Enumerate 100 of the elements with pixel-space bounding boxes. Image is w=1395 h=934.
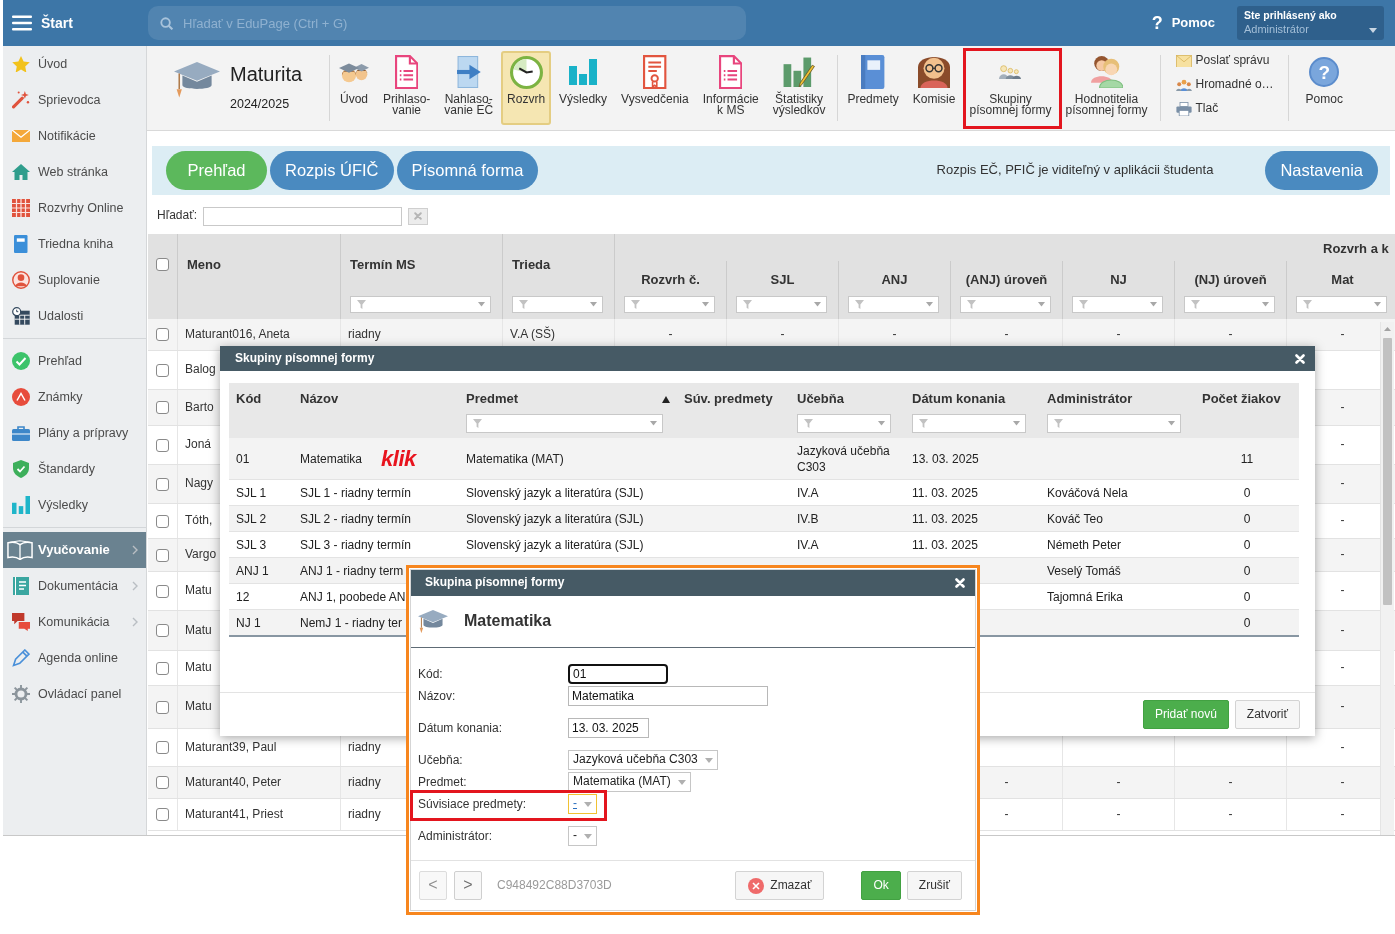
toolbar-button[interactable]: Nahlaso- vanie EČ [438,51,500,125]
column-header[interactable]: Názov [300,390,339,408]
row-checkbox[interactable] [156,700,169,714]
sidebar-item[interactable]: Notifikácie [3,118,146,154]
scrollbar-thumb[interactable] [1383,338,1392,605]
sort-ascending-icon[interactable] [662,395,670,403]
column-header[interactable]: Rozvrh č. [641,272,700,289]
row-checkbox[interactable] [156,363,169,377]
select-all-checkbox[interactable] [156,258,169,271]
row-checkbox[interactable] [156,776,169,789]
row-checkbox[interactable] [156,438,169,452]
user-menu[interactable]: Ste prihlásený ako Administrátor [1237,6,1384,40]
settings-button[interactable]: Nastavenia [1265,151,1378,190]
dropdown-field[interactable]: - [568,794,597,814]
input-field[interactable]: 13. 03. 2025 [568,718,649,738]
row-checkbox[interactable] [156,741,169,754]
sidebar-item[interactable]: Web stránka [3,154,146,190]
filter-field[interactable] [466,414,663,433]
filter-field[interactable] [1047,414,1181,433]
sidebar-item[interactable]: Vyučovanie [3,532,146,568]
tab[interactable]: Rozpis ÚFIČ [270,151,394,190]
row-checkbox[interactable] [156,624,169,637]
column-header[interactable]: Administrátor [1047,390,1133,408]
clear-button[interactable] [408,207,429,225]
sidebar-item[interactable]: Komunikácia [3,604,146,640]
sidebar-item[interactable]: Ovládací panel [3,676,146,712]
sidebar-item[interactable]: Udalosti [3,298,146,334]
column-header[interactable]: Trieda [512,257,551,274]
pager-button[interactable]: > [454,871,482,900]
toolbar-button[interactable]: Výsledky [553,51,614,125]
toolbar-button[interactable]: Informácie k MS [696,51,765,125]
search-field[interactable] [203,206,403,226]
tab[interactable]: Písomná forma [396,151,539,190]
sidebar-item[interactable]: Úvod [3,46,146,82]
toolbar-button[interactable]: Rozvrh [501,51,552,125]
sidebar-item[interactable]: Štandardy [3,451,146,487]
filter-field[interactable] [1184,296,1275,313]
close-button[interactable]: Zatvoriť [1234,700,1300,729]
row-checkbox[interactable] [156,401,169,414]
toolbar-button[interactable]: ? Pomoc [1299,51,1349,125]
filter-field[interactable] [512,296,603,313]
cancel-button[interactable]: Zrušiť [906,871,962,900]
sidebar-item[interactable]: Výsledky [3,487,146,523]
filter-field[interactable] [1072,296,1163,313]
column-header[interactable]: Kód [236,390,262,408]
sidebar-item[interactable]: Rozvrhy Online [3,190,146,226]
sidebar-item[interactable]: Suplovanie [3,262,146,298]
sidebar-item[interactable]: Sprievodca [3,82,146,118]
filter-field[interactable] [797,414,891,433]
toolbar-button[interactable]: Komisie [906,51,962,125]
column-header[interactable]: ANJ [881,272,908,289]
sidebar-item[interactable]: Plány a prípravy [3,415,146,451]
row-checkbox[interactable] [156,584,169,598]
filter-field[interactable] [848,296,939,313]
toolbar-button[interactable]: Hodnotitelia písomnej formy [1059,51,1154,125]
toolbar-button[interactable]: Prihlaso- vanie [377,51,437,125]
toolbar-button[interactable]: Štatistiky výsledkov [766,51,832,125]
sidebar-item[interactable]: Agenda online [3,640,146,676]
filter-field[interactable] [350,296,491,313]
input-field[interactable]: 01 [568,664,668,684]
filter-field[interactable] [960,296,1051,313]
column-header[interactable]: Mat [1331,272,1354,289]
column-header[interactable]: (ANJ) úroveň [965,272,1048,289]
filter-field[interactable] [1296,296,1387,313]
search-field[interactable]: Hľadať v EduPage (Ctrl + G) [148,6,746,40]
column-header[interactable]: (NJ) úroveň [1194,272,1267,289]
column-header[interactable]: Dátum konania [912,390,1006,408]
row-checkbox[interactable] [156,548,169,562]
column-header[interactable]: Meno [187,257,221,274]
scrollbar[interactable] [1380,322,1394,835]
dropdown-field[interactable]: Jazyková učebňa C303 [568,750,718,770]
delete-button[interactable]: Zmazať [735,871,825,900]
sidebar-item[interactable]: Dokumentácia [3,568,146,604]
toolbar-button[interactable]: Úvod [333,51,375,125]
row-checkbox[interactable] [156,514,169,528]
column-header[interactable]: Termín MS [350,257,416,274]
column-header[interactable]: Počet žiakov [1202,390,1281,408]
filter-field[interactable] [736,296,827,313]
column-header[interactable]: NJ [1110,272,1127,289]
toolbar-link[interactable]: Tlač [1175,100,1288,118]
close-icon[interactable] [1295,353,1305,364]
column-header[interactable]: Predmet [466,390,519,408]
dropdown-field[interactable]: - [568,826,597,846]
row-checkbox[interactable] [156,477,169,491]
close-icon[interactable] [955,578,965,588]
help-link[interactable]: ? Pomoc [1151,14,1215,32]
toolbar-button[interactable]: Vysvedčenia [615,51,695,125]
filter-field[interactable] [624,296,715,313]
row-checkbox[interactable] [156,808,169,821]
input-field[interactable]: Matematika [568,686,768,706]
toolbar-button[interactable]: Predmety [841,51,905,125]
row-checkbox[interactable] [156,661,169,675]
dropdown-field[interactable]: Matematika (MAT) [568,772,691,792]
sidebar-item[interactable]: Triedna kniha [3,226,146,262]
filter-field[interactable] [912,414,1026,433]
toolbar-button[interactable]: Skupiny písomnej formy [963,51,1058,125]
toolbar-link[interactable]: Poslať správu [1175,52,1288,70]
sidebar-item[interactable]: Známky [3,379,146,415]
toolbar-link[interactable]: Hromadné o… [1175,76,1288,94]
row-checkbox[interactable] [156,328,169,341]
